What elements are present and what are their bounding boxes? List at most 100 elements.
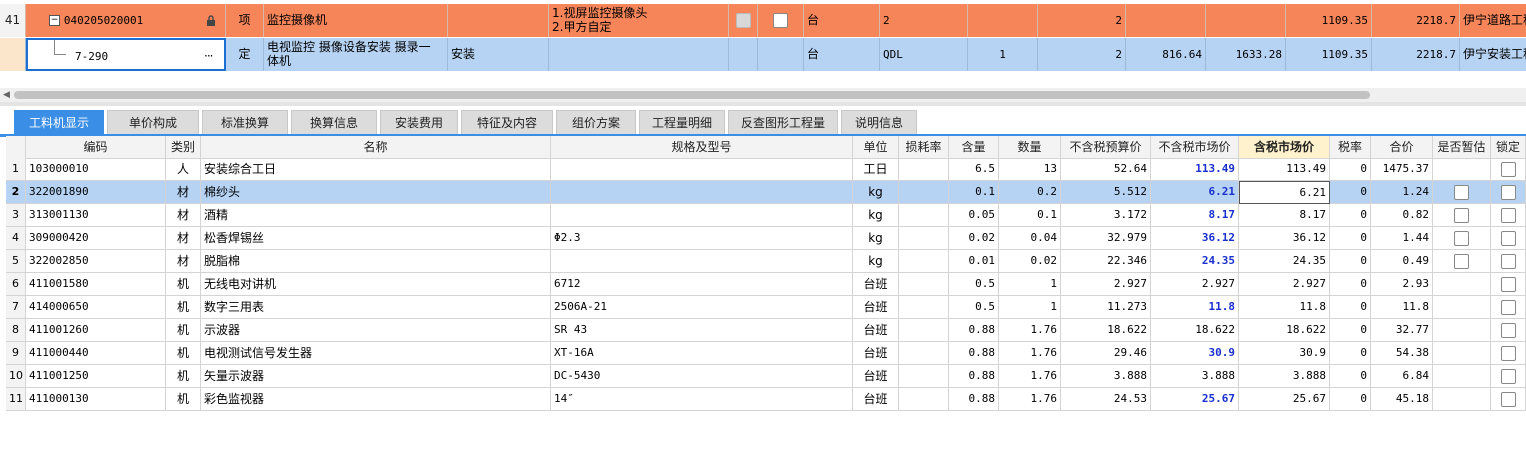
cell-content[interactable]: 0.88 xyxy=(949,365,999,388)
cell-name[interactable]: 数字三用表 xyxy=(201,296,551,319)
cell-total[interactable]: 1.24 xyxy=(1371,181,1433,204)
cell-qty[interactable]: 1.76 xyxy=(999,388,1061,411)
cell-budget[interactable]: 3.888 xyxy=(1061,365,1151,388)
cell-name[interactable]: 电视测试信号发生器 xyxy=(201,342,551,365)
cell-cat[interactable]: 材 xyxy=(166,204,201,227)
cell-est[interactable] xyxy=(1433,250,1491,273)
column-header[interactable]: 规格及型号 xyxy=(551,136,853,159)
cell-market_tax[interactable]: 3.888 xyxy=(1239,365,1330,388)
cell-content[interactable]: 0.88 xyxy=(949,319,999,342)
cell-market_tax[interactable]: 25.67 xyxy=(1239,388,1330,411)
code-cell[interactable]: 7-290 ··· xyxy=(26,38,226,71)
cell-cat[interactable]: 机 xyxy=(166,365,201,388)
column-header[interactable]: 税率 xyxy=(1330,136,1371,159)
cell-content[interactable]: 0.01 xyxy=(949,250,999,273)
cell-rate[interactable]: 0 xyxy=(1330,273,1371,296)
cell-name[interactable]: 矢量示波器 xyxy=(201,365,551,388)
cell-total[interactable]: 6.84 xyxy=(1371,365,1433,388)
qty-cell[interactable]: 2 xyxy=(1038,38,1126,71)
cell-lock[interactable] xyxy=(1491,204,1526,227)
table-row[interactable]: 7 414000650 机数字三用表 2506A-21 台班 0.5 1 11.273 11.8… xyxy=(6,296,1526,319)
checkbox[interactable] xyxy=(735,13,751,28)
tab-7[interactable]: 组价方案 xyxy=(556,110,636,134)
cell-cat[interactable]: 机 xyxy=(166,273,201,296)
cell-market_tax[interactable]: 8.17 xyxy=(1239,204,1330,227)
cell-est[interactable] xyxy=(1433,181,1491,204)
checkbox-cell[interactable] xyxy=(758,4,804,37)
cell-rate[interactable]: 0 xyxy=(1330,227,1371,250)
cell-code[interactable]: 411001260 xyxy=(26,319,166,342)
cell-content[interactable]: 0.88 xyxy=(949,342,999,365)
lock-checkbox[interactable] xyxy=(1500,208,1516,223)
cell-rate[interactable]: 0 xyxy=(1330,365,1371,388)
lock-checkbox[interactable] xyxy=(1500,231,1516,246)
cell-unit[interactable]: 工日 xyxy=(853,158,899,181)
cell-rate[interactable]: 0 xyxy=(1330,158,1371,181)
feature-cell[interactable]: 1.视屏监控摄像头 2.甲方自定 xyxy=(549,4,729,37)
table-row[interactable]: 4 309000420 材松香焊锡丝 Φ2.3 kg 0.02 0.04 32.979 36.1… xyxy=(6,227,1526,250)
qty-coef-cell[interactable] xyxy=(968,4,1038,37)
cell-code[interactable]: 411001580 xyxy=(26,273,166,296)
cell-market[interactable]: 25.67 xyxy=(1151,388,1239,411)
cell-market[interactable]: 113.49 xyxy=(1151,158,1239,181)
cell-loss[interactable] xyxy=(899,181,949,204)
cell-content[interactable]: 0.05 xyxy=(949,204,999,227)
cell-budget[interactable]: 29.46 xyxy=(1061,342,1151,365)
cell-content[interactable]: 6.5 xyxy=(949,158,999,181)
cell-qty[interactable]: 1 xyxy=(999,296,1061,319)
cell-cat[interactable]: 人 xyxy=(166,158,201,181)
qty-coef-cell[interactable]: 1 xyxy=(968,38,1038,71)
cell-name[interactable]: 安装综合工日 xyxy=(201,158,551,181)
lock-checkbox[interactable] xyxy=(1500,369,1516,384)
lock-checkbox[interactable] xyxy=(1500,254,1516,269)
checkbox[interactable] xyxy=(773,13,788,28)
cell-lock[interactable] xyxy=(1491,342,1526,365)
cell-budget[interactable]: 52.64 xyxy=(1061,158,1151,181)
cell-loss[interactable] xyxy=(899,250,949,273)
checkbox-cell[interactable] xyxy=(729,4,758,37)
cell-total[interactable]: 0.82 xyxy=(1371,204,1433,227)
column-header[interactable]: 名称 xyxy=(201,136,551,159)
cell-name[interactable]: 松香焊锡丝 xyxy=(201,227,551,250)
cell-total[interactable]: 1.44 xyxy=(1371,227,1433,250)
cell-name[interactable]: 无线电对讲机 xyxy=(201,273,551,296)
cell-rate[interactable]: 0 xyxy=(1330,342,1371,365)
cell-market_tax[interactable]: 36.12 xyxy=(1239,227,1330,250)
cell-content[interactable]: 0.5 xyxy=(949,296,999,319)
cell-budget[interactable]: 11.273 xyxy=(1061,296,1151,319)
tab-2[interactable]: 单价构成 xyxy=(107,110,199,134)
cell-loss[interactable] xyxy=(899,342,949,365)
tab-5[interactable]: 安装费用 xyxy=(380,110,458,134)
cell-budget[interactable]: 24.53 xyxy=(1061,388,1151,411)
expr-cell[interactable]: QDL xyxy=(880,38,968,71)
cell-unit[interactable]: 台班 xyxy=(853,365,899,388)
cell-unit[interactable]: 台班 xyxy=(853,342,899,365)
cell-market[interactable]: 24.35 xyxy=(1151,250,1239,273)
cell-cat[interactable]: 材 xyxy=(166,250,201,273)
cell-qty[interactable]: 1.76 xyxy=(999,319,1061,342)
column-header[interactable]: 合价 xyxy=(1371,136,1433,159)
column-header[interactable]: 不含税预算价 xyxy=(1061,136,1151,159)
cell-code[interactable]: 322001890 xyxy=(26,181,166,204)
column-header[interactable]: 不含税市场价 xyxy=(1151,136,1239,159)
table-row[interactable]: 9 411000440 机电视测试信号发生器 XT-16A 台班 0.88 1.76 29.4… xyxy=(6,342,1526,365)
cell-loss[interactable] xyxy=(899,227,949,250)
table-row[interactable]: 10 411001250 机矢量示波器 DC-5430 台班 0.88 1.76 3.888 3… xyxy=(6,365,1526,388)
cell-est[interactable] xyxy=(1433,204,1491,227)
collapse-icon[interactable]: − xyxy=(49,15,60,26)
cell-spec[interactable] xyxy=(551,181,853,204)
cell-spec[interactable]: DC-5430 xyxy=(551,365,853,388)
table-row[interactable]: 3 313001130 材酒精 kg 0.05 0.1 3.172 8.17 8.17 0 0.82 xyxy=(6,204,1526,227)
cell-market[interactable]: 30.9 xyxy=(1151,342,1239,365)
cell-lock[interactable] xyxy=(1491,273,1526,296)
cell-budget[interactable]: 18.622 xyxy=(1061,319,1151,342)
cell-rate[interactable]: 0 xyxy=(1330,181,1371,204)
cell-lock[interactable] xyxy=(1491,158,1526,181)
cell-spec[interactable] xyxy=(551,158,853,181)
cell-qty[interactable]: 0.04 xyxy=(999,227,1061,250)
cell-rate[interactable]: 0 xyxy=(1330,296,1371,319)
column-header[interactable]: 编码 xyxy=(26,136,166,159)
cell-total[interactable]: 1475.37 xyxy=(1371,158,1433,181)
cell-budget[interactable]: 3.172 xyxy=(1061,204,1151,227)
lock-checkbox[interactable] xyxy=(1500,323,1516,338)
